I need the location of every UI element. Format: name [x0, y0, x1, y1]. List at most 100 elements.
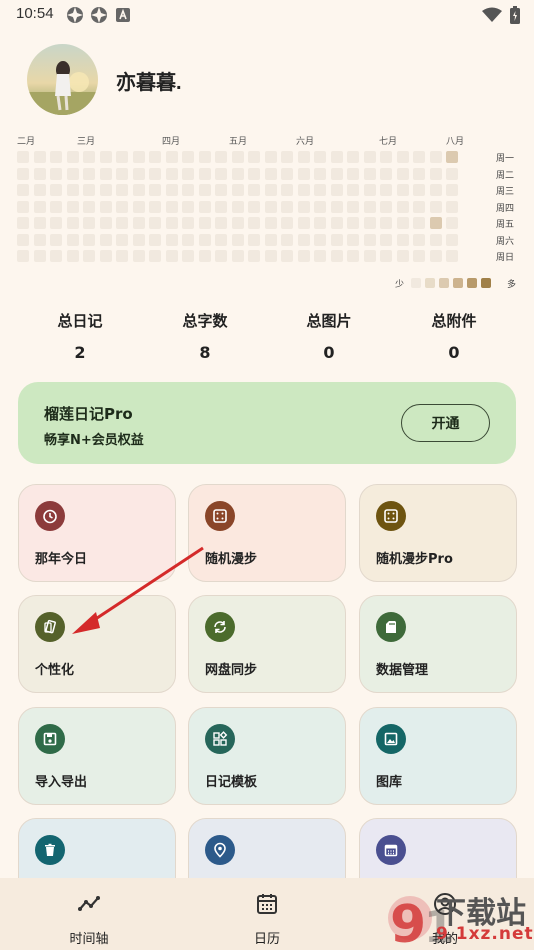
day-label: 周三 — [496, 187, 515, 197]
stat-label: 总附件 — [431, 312, 477, 330]
heatmap-cell — [330, 200, 343, 213]
tile-label: 随机漫步 — [205, 552, 258, 567]
heatmap-cell — [215, 217, 227, 229]
heatmap-cell — [33, 184, 46, 196]
heatmap-cell — [198, 233, 211, 246]
heatmap-cell — [429, 250, 442, 262]
sd-card-icon — [376, 612, 406, 642]
heatmap-cell — [363, 233, 376, 246]
heatmap-cell — [165, 233, 178, 246]
tile-random-walk[interactable]: 随机漫步 — [188, 484, 346, 582]
tile-gallery[interactable]: 图库 — [359, 707, 517, 805]
heatmap-cell — [248, 233, 260, 246]
calendar-icon — [376, 835, 406, 865]
heatmap-cell — [413, 200, 425, 213]
heatmap-cell — [231, 217, 244, 229]
day-label: 周一 — [496, 154, 515, 164]
tile-cloud-sync[interactable]: 网盘同步 — [188, 595, 346, 693]
tile-import-export[interactable]: 导入导出 — [18, 707, 176, 805]
heatmap-cell — [215, 184, 227, 196]
heatmap-cell — [429, 167, 442, 180]
heatmap-cell — [33, 167, 46, 180]
heatmap-cell — [182, 250, 194, 262]
heatmap-cell — [330, 217, 343, 229]
heatmap-cell — [314, 200, 326, 213]
tile-label: 日记模板 — [205, 775, 258, 790]
heatmap-cell — [231, 184, 244, 196]
stat-value: 2 — [74, 343, 86, 362]
heatmap-cell — [314, 250, 326, 262]
avatar[interactable] — [27, 44, 98, 115]
heatmap-cell — [281, 184, 293, 196]
heatmap-cell — [396, 233, 409, 246]
heatmap-cell — [149, 167, 161, 180]
tile-data-manage[interactable]: 数据管理 — [359, 595, 517, 693]
heatmap-cell — [248, 167, 260, 180]
heatmap-cell — [66, 217, 79, 229]
heatmap-cell — [149, 200, 161, 213]
heatmap-cell — [297, 217, 310, 229]
heatmap-cell — [116, 233, 128, 246]
heatmap-cell — [248, 151, 260, 163]
stat-value: 8 — [199, 343, 211, 362]
legend-less: 少 — [395, 280, 405, 290]
activate-button[interactable]: 开通 — [401, 404, 490, 442]
heatmap-cell — [363, 217, 376, 229]
heatmap-cell — [380, 233, 392, 246]
svg-text:9: 9 — [390, 895, 426, 950]
stat-total-diaries[interactable]: 总日记 2 — [30, 310, 130, 362]
heatmap-cell — [66, 250, 79, 262]
legend-swatch — [467, 278, 477, 288]
heatmap-cell — [116, 200, 128, 213]
heatmap-cell — [182, 217, 194, 229]
heatmap-cell — [17, 167, 29, 180]
legend-swatch — [453, 278, 463, 288]
heatmap-cell — [132, 233, 145, 246]
heatmap-cell — [314, 151, 326, 163]
nav-calendar[interactable]: 日历 — [178, 878, 356, 950]
pro-banner[interactable]: 榴莲日记Pro 畅享N+会员权益 开通 — [18, 382, 516, 464]
nav-label: 日历 — [253, 932, 280, 947]
heatmap-cell — [347, 250, 359, 262]
heatmap-cell — [413, 151, 425, 163]
palette-icon — [35, 612, 65, 642]
heatmap-cell — [264, 233, 277, 246]
tile-diary-templates[interactable]: 日记模板 — [188, 707, 346, 805]
heatmap-cell — [347, 233, 359, 246]
heatmap-cell — [50, 184, 62, 196]
stat-label: 总字数 — [182, 312, 228, 330]
battery-icon — [510, 6, 520, 24]
heatmap-cell — [413, 167, 425, 180]
nav-label: 时间轴 — [69, 932, 109, 947]
stat-total-attachments[interactable]: 总附件 0 — [404, 310, 504, 362]
tile-label: 数据管理 — [376, 663, 429, 678]
stat-total-words[interactable]: 总字数 8 — [155, 310, 255, 362]
heatmap-cell — [231, 200, 244, 213]
stat-total-images[interactable]: 总图片 0 — [279, 310, 379, 362]
heatmap-cell — [347, 200, 359, 213]
month-label: 五月 — [229, 137, 248, 147]
heatmap-cell — [396, 250, 409, 262]
heatmap-cell — [429, 217, 442, 229]
stat-value: 0 — [448, 343, 460, 362]
nav-timeline[interactable]: 时间轴 — [0, 878, 178, 950]
tile-personalize[interactable]: 个性化 — [18, 595, 176, 693]
tile-on-this-day[interactable]: 那年今日 — [18, 484, 176, 582]
heatmap-cell — [116, 151, 128, 163]
tile-label: 那年今日 — [35, 552, 88, 567]
heatmap-cell — [429, 200, 442, 213]
heatmap-cell — [83, 151, 95, 163]
heatmap-cell — [446, 167, 458, 180]
heatmap-cell — [17, 151, 29, 163]
heatmap-cell — [281, 167, 293, 180]
heatmap-cell — [396, 151, 409, 163]
heatmap-cell — [50, 217, 62, 229]
tile-label: 导入导出 — [35, 775, 88, 790]
dice-icon — [205, 501, 235, 531]
heatmap-cell — [198, 184, 211, 196]
heatmap-cell — [314, 217, 326, 229]
heatmap-cell — [380, 184, 392, 196]
day-label: 周四 — [496, 203, 515, 214]
heatmap-cell — [99, 217, 112, 229]
tile-random-walk-pro[interactable]: 随机漫步Pro — [359, 484, 517, 582]
